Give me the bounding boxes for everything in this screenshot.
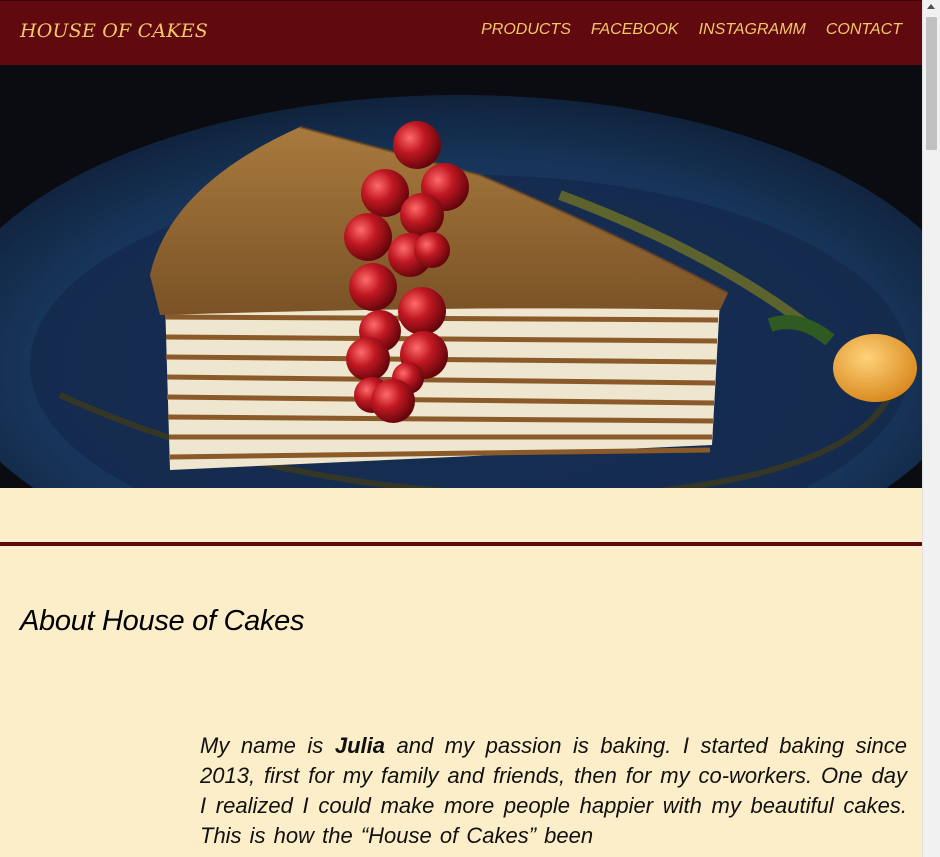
hero-image — [0, 65, 922, 488]
nav-link-instagramm[interactable]: INSTAGRAMM — [699, 21, 806, 39]
section-divider — [0, 542, 922, 546]
about-heading: About House of Cakes — [20, 605, 305, 637]
nav-link-facebook[interactable]: FACEBOOK — [591, 21, 679, 39]
navbar: HOUSE OF CAKES PRODUCTS FACEBOOK INSTAGR… — [0, 0, 922, 65]
owner-name: Julia — [334, 733, 385, 758]
vertical-scrollbar[interactable] — [922, 0, 940, 857]
scroll-up-arrow-icon[interactable] — [927, 4, 935, 9]
nav-links: PRODUCTS FACEBOOK INSTAGRAMM CONTACT — [481, 21, 902, 39]
brand-logo[interactable]: HOUSE OF CAKES — [20, 20, 208, 42]
page: HOUSE OF CAKES PRODUCTS FACEBOOK INSTAGR… — [0, 0, 922, 857]
about-text-start: My name is — [200, 733, 335, 758]
scroll-thumb[interactable] — [926, 17, 937, 150]
nav-link-products[interactable]: PRODUCTS — [481, 21, 571, 39]
nav-link-contact[interactable]: CONTACT — [826, 21, 902, 39]
about-paragraph: My name is Julia and my passion is bakin… — [200, 731, 907, 851]
